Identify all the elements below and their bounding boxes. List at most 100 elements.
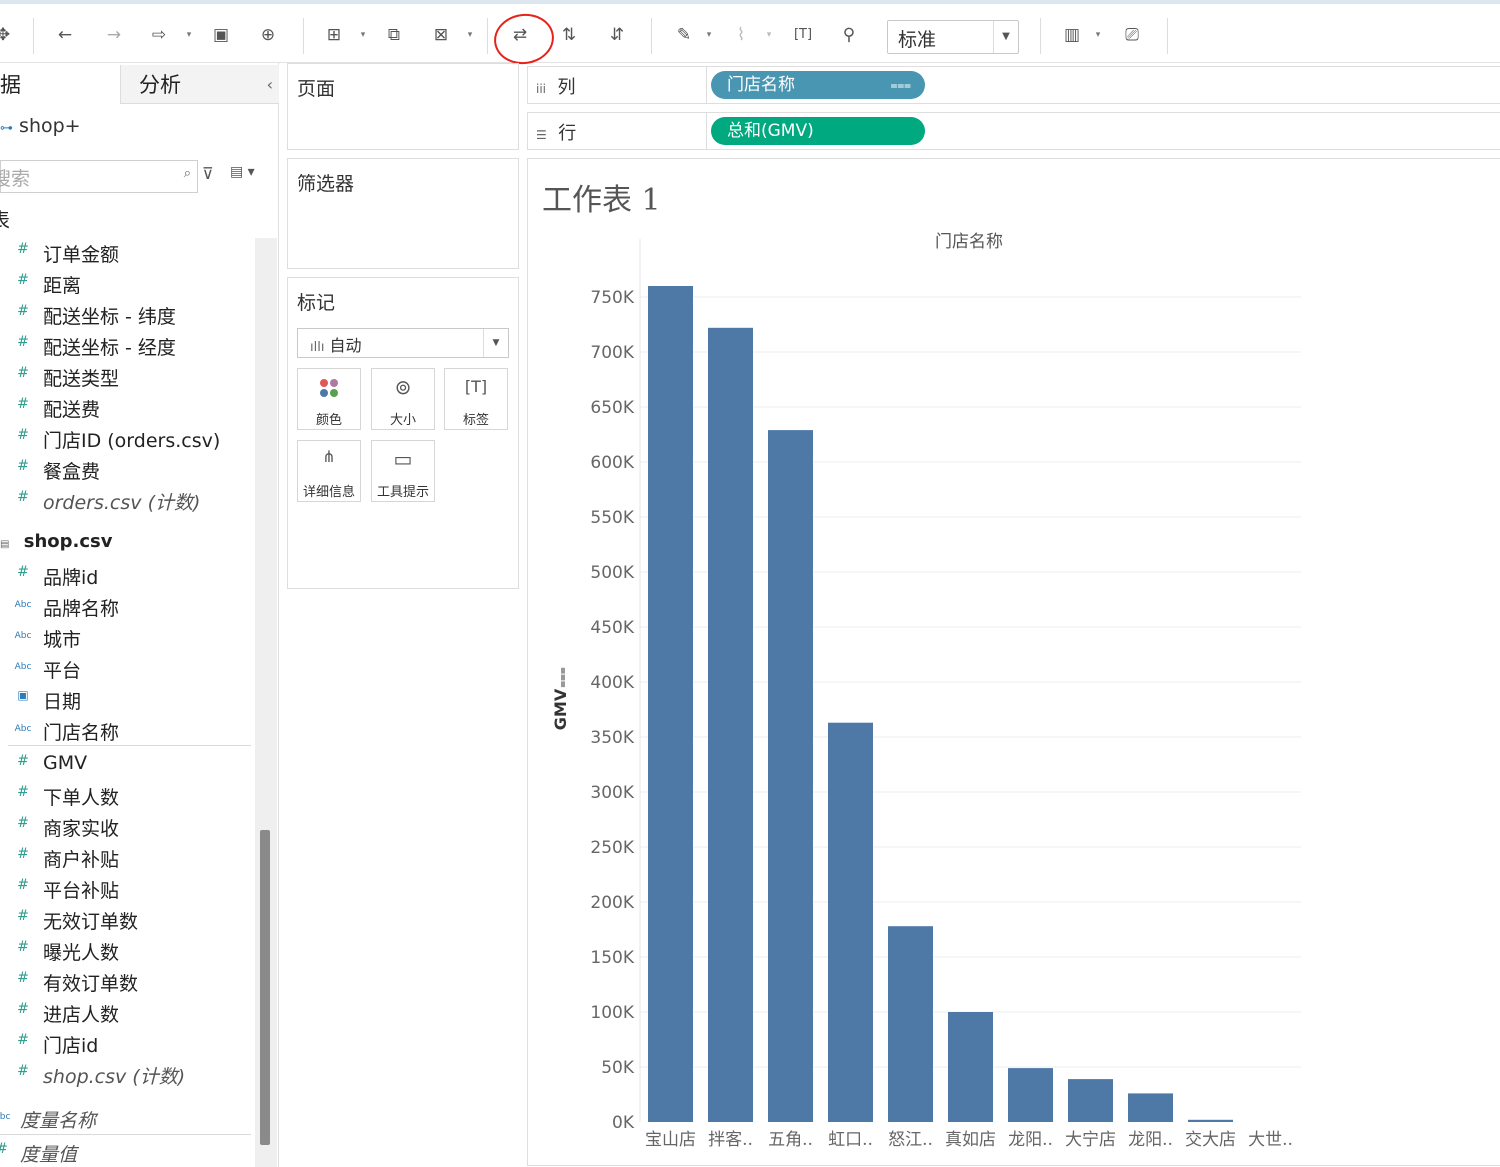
field-item[interactable]: # orders.csv (计数) [0, 485, 252, 515]
filter-icon[interactable]: ⊽ [202, 164, 214, 183]
scrollbar-thumb[interactable] [260, 830, 270, 1145]
field-item[interactable]: # 距离 [0, 268, 252, 298]
save-icon[interactable]: ▣ [208, 22, 234, 48]
field-item[interactable]: # 商家实收 [0, 811, 252, 841]
pin-icon[interactable]: ⚲ [836, 22, 862, 48]
field-name: 品牌名称 [43, 598, 120, 620]
redo-icon[interactable]: → [101, 22, 127, 48]
field-item[interactable]: ▣ 日期 [0, 684, 252, 714]
color-dot [320, 389, 328, 397]
field-item[interactable]: # 门店id [0, 1028, 252, 1058]
field-measure-names[interactable]: Abc 度量名称 [0, 1103, 252, 1133]
field-item[interactable]: # 配送坐标 - 纬度 [0, 299, 252, 329]
new-datasource-icon[interactable]: ⊕ [255, 22, 281, 48]
columns-shelf[interactable]: iii 列 门店名称 ⩶ [527, 66, 1500, 104]
field-item[interactable]: # shop.csv (计数) [0, 1059, 252, 1089]
label-button[interactable]: [T] 标签 [444, 368, 508, 430]
rows-shelf[interactable]: ☰ 行 总和(GMV) [527, 112, 1500, 150]
chevron-down-icon[interactable]: ▼ [483, 329, 508, 357]
field-item[interactable]: Abc 城市 [0, 622, 252, 652]
number-type-icon: # [17, 753, 29, 769]
shop-table-header[interactable]: ▤ shop.csv [0, 531, 112, 552]
tab-data[interactable]: 数据 [0, 65, 118, 105]
duplicate-sheet-icon[interactable]: ⧉ [381, 22, 407, 48]
x-tick-label: 大世.. [1248, 1130, 1293, 1150]
new-worksheet-dropdown-icon[interactable]: ▾ [358, 26, 368, 44]
field-measure-values[interactable]: # 度量值 [0, 1137, 252, 1167]
label-button-label: 标签 [462, 413, 489, 428]
group-dropdown-icon[interactable]: ▾ [764, 26, 774, 44]
field-item[interactable]: # GMV [0, 749, 252, 779]
field-item[interactable]: # 无效订单数 [0, 904, 252, 934]
mark-type-select[interactable]: ıllı 自动 ▼ [297, 328, 509, 358]
field-item[interactable]: # 餐盒费 [0, 454, 252, 484]
size-button[interactable]: ⊚ 大小 [371, 368, 435, 430]
chevron-down-icon[interactable]: ▼ [993, 21, 1018, 53]
field-item[interactable]: # 商户补贴 [0, 842, 252, 872]
sort-ascending-icon[interactable]: ⇅ [556, 22, 582, 48]
presentation-icon[interactable]: ⎚ [1119, 22, 1145, 48]
marks-card: 标记 ıllı 自动 ▼ 颜色 ⊚ 大小 [T] 标签 ⋔ 详细信息 ▭ 工具提… [287, 277, 519, 589]
swap-rows-columns-icon[interactable]: ⇄ [507, 22, 533, 48]
field-item[interactable]: Abc 平台 [0, 653, 252, 683]
bar [1008, 1068, 1053, 1122]
field-item[interactable]: # 配送坐标 - 经度 [0, 330, 252, 360]
show-me-icon[interactable]: ▥ [1059, 22, 1085, 48]
replay-icon[interactable]: ⇨ [146, 22, 172, 48]
color-button[interactable]: 颜色 [297, 368, 361, 430]
move-icon[interactable]: ✥ [0, 22, 16, 48]
field-name: 商户补贴 [43, 849, 120, 871]
field-item[interactable]: # 下单人数 [0, 780, 252, 810]
x-tick-label: 交大店 [1185, 1130, 1236, 1150]
clear-sheet-icon[interactable]: ⊠ [428, 22, 454, 48]
group-icon[interactable]: ⌇ [728, 22, 754, 48]
field-name: orders.csv (计数) [43, 492, 201, 514]
datasource-item[interactable]: ⊶ shop+ [0, 115, 81, 137]
fit-select[interactable]: 标准 ▼ [887, 20, 1019, 54]
highlight-dropdown-icon[interactable]: ▾ [704, 26, 714, 44]
field-name: 日期 [43, 691, 82, 713]
rows-pill[interactable]: 总和(GMV) [711, 117, 925, 145]
show-me-dropdown-icon[interactable]: ▾ [1093, 26, 1103, 44]
field-name: 门店名称 [43, 722, 120, 744]
columns-pill[interactable]: 门店名称 ⩶ [711, 71, 925, 99]
number-type-icon: # [17, 241, 29, 257]
field-item[interactable]: # 有效订单数 [0, 966, 252, 996]
dimension-measure-divider [8, 745, 251, 746]
field-item[interactable]: # 订单金额 [0, 237, 252, 267]
field-item[interactable]: # 配送类型 [0, 361, 252, 391]
field-name: 度量值 [20, 1144, 78, 1166]
clear-sheet-dropdown-icon[interactable]: ▾ [465, 26, 475, 44]
fit-select-value: 标准 [898, 29, 937, 51]
number-type-icon: # [17, 564, 29, 580]
view-options-icon[interactable]: ▤ ▾ [230, 164, 255, 180]
new-worksheet-icon[interactable]: ⊞ [321, 22, 347, 48]
tab-analytics[interactable]: 分析 ‹ [120, 65, 279, 104]
number-type-icon: # [17, 396, 29, 412]
collapse-chevron-icon[interactable]: ‹ [267, 65, 273, 105]
pages-card[interactable]: 页面 [287, 63, 519, 150]
undo-icon[interactable]: ← [52, 22, 78, 48]
y-tick-label: 400K [590, 673, 634, 693]
x-tick-label: 龙阳.. [1008, 1130, 1053, 1150]
field-item[interactable]: # 进店人数 [0, 997, 252, 1027]
field-item[interactable]: Abc 品牌名称 [0, 591, 252, 621]
detail-button[interactable]: ⋔ 详细信息 [297, 440, 361, 502]
field-item[interactable]: # 门店ID (orders.csv) [0, 423, 252, 453]
search-input[interactable]: 搜索 ⌕ [0, 160, 198, 193]
y-tick-label: 50K [601, 1058, 635, 1078]
replay-dropdown-icon[interactable]: ▾ [184, 26, 194, 44]
show-labels-icon[interactable]: [T] [790, 22, 816, 48]
y-tick-label: 550K [590, 508, 634, 528]
tooltip-button[interactable]: ▭ 工具提示 [371, 440, 435, 502]
field-item[interactable]: # 曝光人数 [0, 935, 252, 965]
field-item[interactable]: # 品牌id [0, 560, 252, 590]
filters-card[interactable]: 筛选器 [287, 158, 519, 269]
search-icon[interactable]: ⌕ [184, 166, 191, 181]
data-pane: 数据 分析 ‹ ⊶ shop+ 搜索 ⌕ ⊽ ▤ ▾ 表 # 订单金额 # 距离 # 配送… [0, 63, 279, 1167]
highlight-icon[interactable]: ✎ [671, 22, 697, 48]
sort-descending-icon[interactable]: ⇵ [604, 22, 630, 48]
field-item[interactable]: # 配送费 [0, 392, 252, 422]
field-item[interactable]: # 平台补贴 [0, 873, 252, 903]
field-item[interactable]: Abc 门店名称 [0, 715, 252, 745]
